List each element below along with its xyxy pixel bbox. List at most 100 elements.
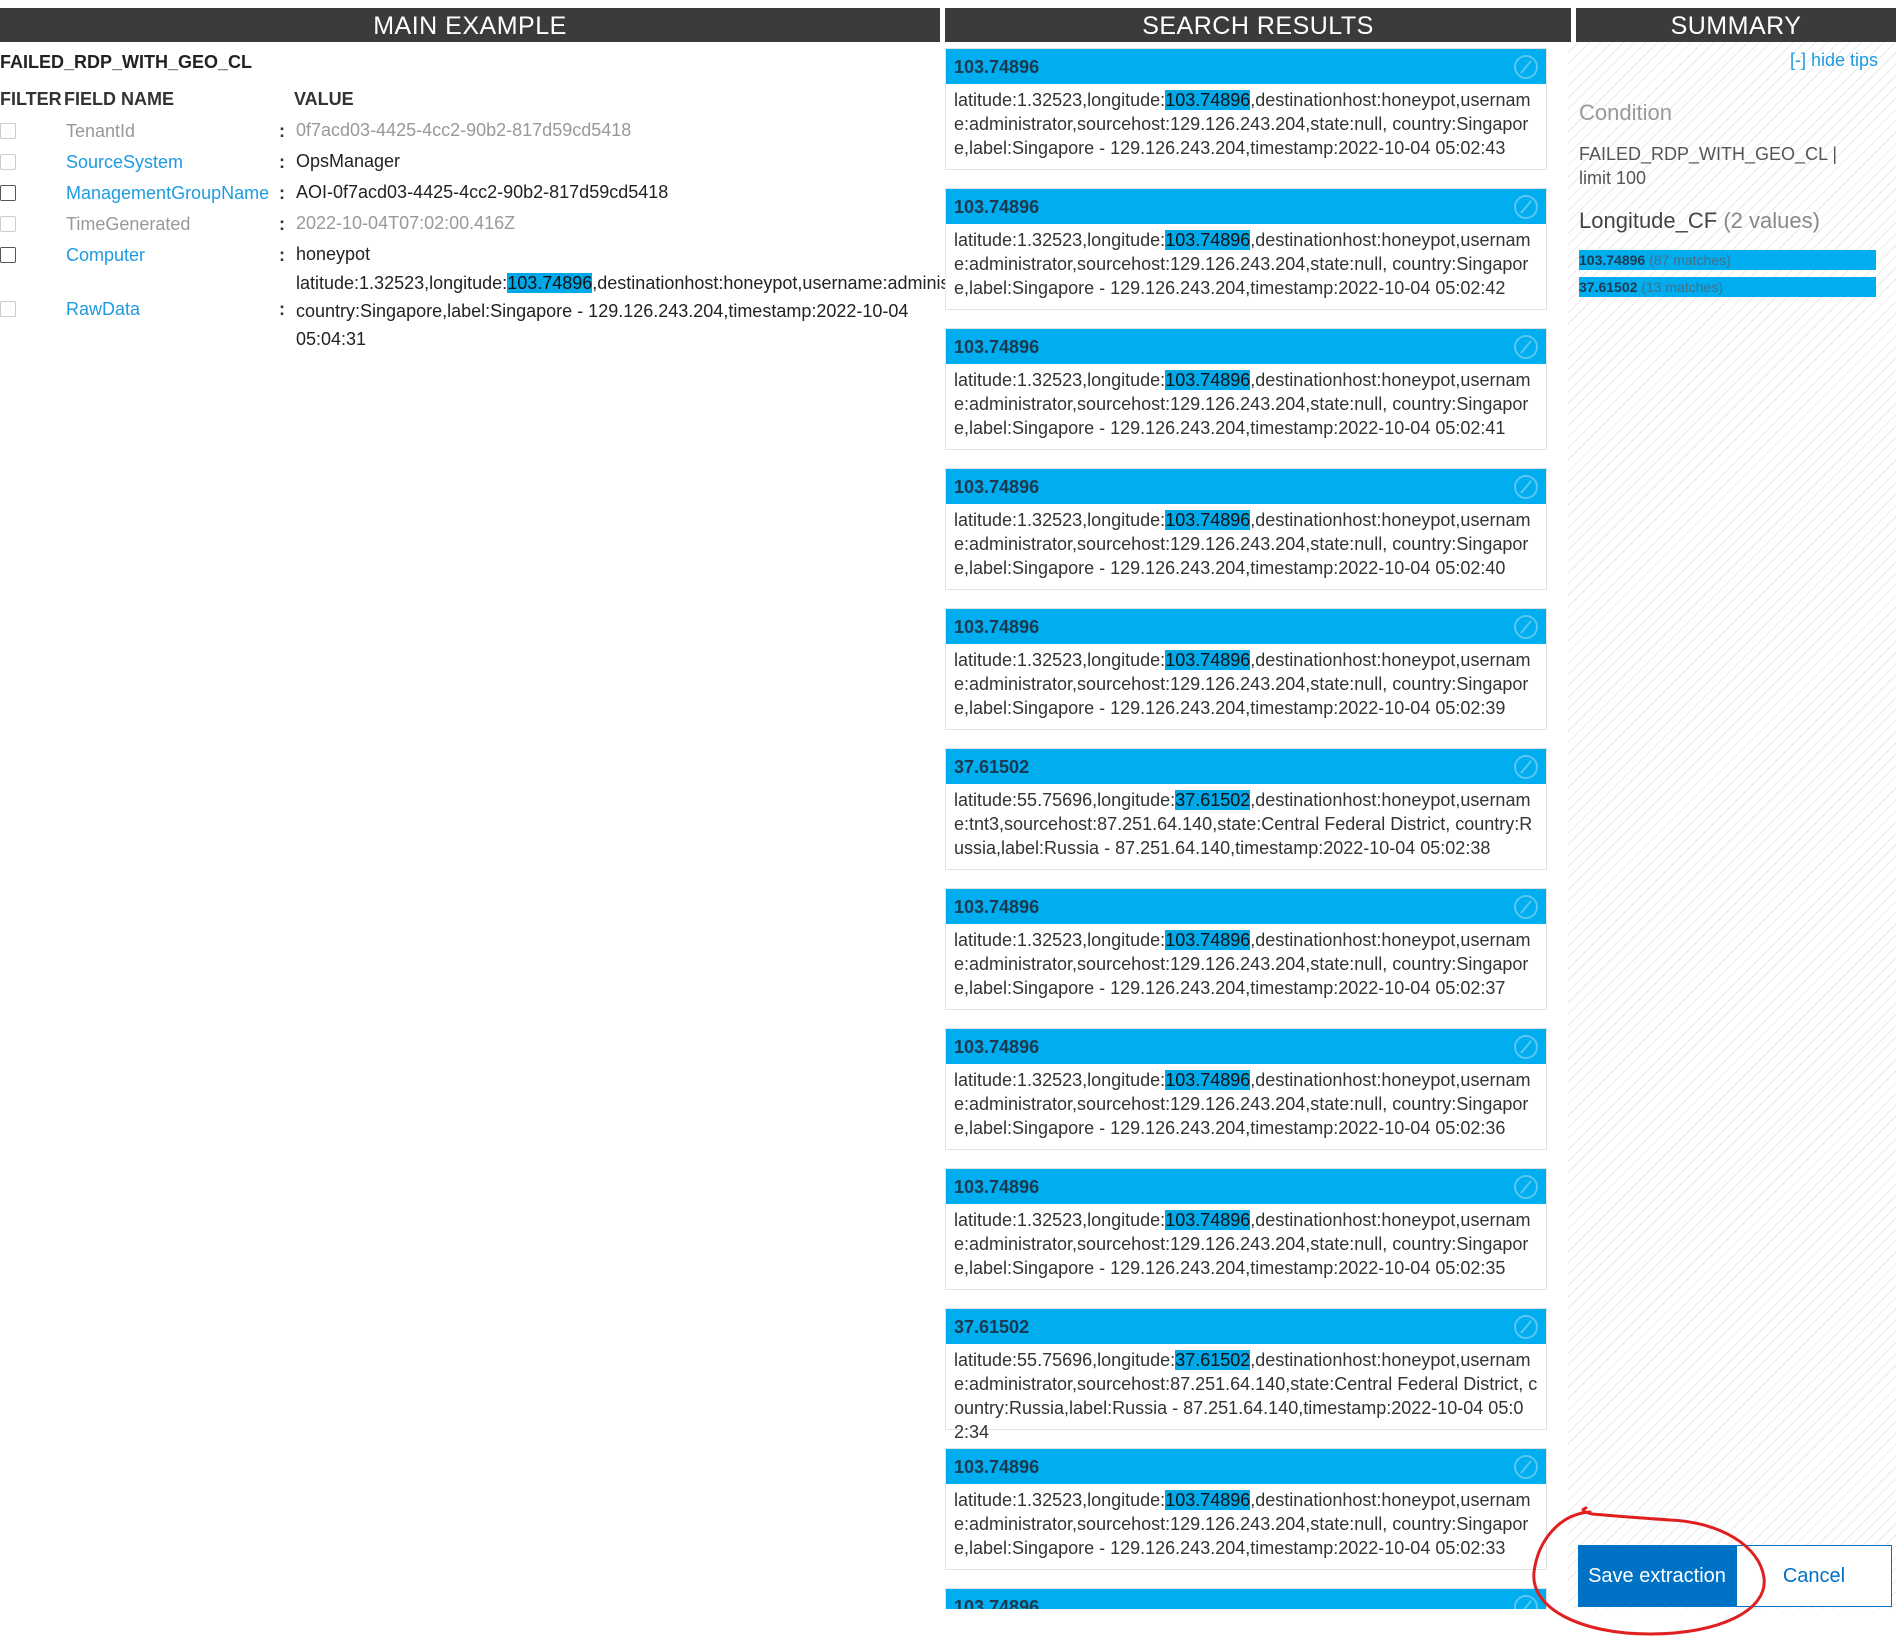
result-text-pre: latitude:1.32523,longitude:	[954, 370, 1166, 390]
table-title: FAILED_RDP_WITH_GEO_CL	[0, 52, 253, 72]
edit-icon[interactable]	[1514, 615, 1538, 639]
field-name[interactable]: TenantId	[66, 121, 135, 142]
save-extraction-button[interactable]: Save extraction	[1578, 1545, 1736, 1607]
highlighted-match[interactable]: 103.74896	[1165, 1210, 1251, 1230]
result-text: latitude:1.32523,longitude:103.74896,des…	[946, 224, 1546, 300]
edit-icon[interactable]	[1514, 335, 1538, 359]
result-card: 103.74896 latitude:1.32523,longitude:103…	[945, 608, 1547, 730]
result-text-pre: latitude:1.32523,longitude:	[954, 1070, 1166, 1090]
highlighted-match[interactable]: 103.74896	[1165, 370, 1251, 390]
field-name[interactable]: ManagementGroupName	[66, 183, 269, 204]
result-card: 37.61502 latitude:55.75696,longitude:37.…	[945, 748, 1547, 870]
result-title: 103.74896	[954, 1037, 1040, 1057]
separator: :	[279, 183, 285, 203]
summary-header: SUMMARY	[1576, 8, 1896, 42]
raw-data-value: latitude:1.32523,longitude:103.74896,des…	[296, 269, 1306, 353]
field-name-column-header: FIELD NAME	[64, 89, 174, 109]
edit-icon[interactable]	[1514, 1035, 1538, 1059]
highlighted-match[interactable]: 103.74896	[1165, 90, 1251, 110]
filter-checkbox[interactable]	[0, 247, 16, 263]
edit-icon[interactable]	[1514, 1315, 1538, 1339]
field-name[interactable]: TimeGenerated	[66, 214, 190, 235]
result-card-header: 103.74896	[946, 189, 1546, 224]
match-count: (13 matches)	[1641, 279, 1723, 295]
filter-column-header: FILTER	[0, 89, 62, 109]
edit-icon[interactable]	[1514, 475, 1538, 499]
highlighted-match[interactable]: 103.74896	[507, 273, 593, 293]
edit-icon[interactable]	[1514, 1175, 1538, 1199]
result-text-pre: latitude:1.32523,longitude:	[954, 510, 1166, 530]
summary-panel: [-] hide tips Condition FAILED_RDP_WITH_…	[1568, 42, 1896, 1609]
highlighted-match[interactable]: 103.74896	[1165, 1070, 1251, 1090]
result-card: 103.74896 latitude:1.32523,longitude:103…	[945, 1168, 1547, 1290]
value-count: (2 values)	[1723, 208, 1820, 233]
result-text-pre: latitude:55.75696,longitude:	[954, 790, 1176, 810]
field-name[interactable]: Computer	[66, 245, 145, 266]
match-count: (87 matches)	[1649, 252, 1731, 268]
raw-data-text: latitude:1.32523,longitude:	[296, 273, 508, 293]
result-card-header: 103.74896	[946, 609, 1546, 644]
result-text: latitude:1.32523,longitude:103.74896,des…	[946, 504, 1546, 580]
value-column-header: VALUE	[294, 89, 354, 109]
highlighted-match[interactable]: 103.74896	[1165, 230, 1251, 250]
value-row[interactable]: 37.61502 (13 matches)	[1579, 277, 1876, 297]
result-title: 37.61502	[954, 1317, 1030, 1337]
result-card: 37.61502 latitude:55.75696,longitude:37.…	[945, 1308, 1547, 1442]
result-title: 103.74896	[954, 897, 1040, 917]
value: 103.74896	[1579, 252, 1646, 268]
result-text-pre: latitude:1.32523,longitude:	[954, 1490, 1166, 1510]
result-text: latitude:1.32523,longitude:103.74896,des…	[946, 924, 1546, 1000]
edit-icon[interactable]	[1514, 1455, 1538, 1479]
result-card: 103.74896 latitude:1.32523,longitude:103…	[945, 188, 1547, 310]
edit-icon[interactable]	[1514, 895, 1538, 919]
highlighted-match[interactable]: 37.61502	[1175, 790, 1251, 810]
filter-checkbox[interactable]	[0, 301, 16, 317]
extracted-field-title: Longitude_CF (2 values)	[1579, 208, 1820, 234]
result-title: 103.74896	[954, 1457, 1040, 1477]
edit-icon[interactable]	[1514, 195, 1538, 219]
highlighted-match[interactable]: 37.61502	[1175, 1350, 1251, 1370]
highlighted-match[interactable]: 103.74896	[1165, 510, 1251, 530]
search-results-panel: 103.74896 latitude:1.32523,longitude:103…	[945, 42, 1547, 1609]
filter-checkbox[interactable]	[0, 123, 16, 139]
field-value: 2022-10-04T07:02:00.416Z	[296, 213, 516, 233]
field-value: AOI-0f7acd03-4425-4cc2-90b2-817d59cd5418	[296, 182, 669, 202]
result-card-header: 37.61502	[946, 1309, 1546, 1344]
result-card: 103.74896 latitude:1.32523,longitude:103…	[945, 888, 1547, 1010]
edit-icon[interactable]	[1514, 1595, 1538, 1609]
filter-checkbox[interactable]	[0, 154, 16, 170]
result-card-header: 103.74896	[946, 49, 1546, 84]
highlighted-match[interactable]: 103.74896	[1165, 930, 1251, 950]
result-text: latitude:1.32523,longitude:103.74896,des…	[946, 1064, 1546, 1140]
result-card-header: 37.61502	[946, 749, 1546, 784]
result-text: latitude:55.75696,longitude:37.61502,des…	[946, 784, 1546, 860]
edit-icon[interactable]	[1514, 755, 1538, 779]
edit-icon[interactable]	[1514, 55, 1538, 79]
result-title: 37.61502	[954, 757, 1030, 777]
result-card: 103.74896 latitude:1.32523,longitude:103…	[945, 48, 1547, 170]
result-card-header: 103.74896	[946, 329, 1546, 364]
result-card: 103.74896 latitude:1.32523,longitude:103…	[945, 1448, 1547, 1570]
condition-label: Condition	[1579, 100, 1672, 125]
result-card: 103.74896	[945, 1588, 1547, 1609]
value-row[interactable]: 103.74896 (87 matches)	[1579, 250, 1876, 270]
result-text: latitude:1.32523,longitude:103.74896,des…	[946, 364, 1546, 440]
result-card: 103.74896 latitude:1.32523,longitude:103…	[945, 468, 1547, 590]
highlighted-match[interactable]: 103.74896	[1165, 1490, 1251, 1510]
hide-tips-link[interactable]: [-] hide tips	[1790, 50, 1878, 71]
field-name[interactable]: SourceSystem	[66, 152, 183, 173]
main-example-header: MAIN EXAMPLE	[0, 8, 940, 42]
highlighted-match[interactable]: 103.74896	[1165, 650, 1251, 670]
result-text-pre: latitude:1.32523,longitude:	[954, 930, 1166, 950]
filter-checkbox[interactable]	[0, 185, 16, 201]
result-card-header: 103.74896	[946, 1029, 1546, 1064]
field-name: Longitude_CF	[1579, 208, 1718, 233]
result-text: latitude:1.32523,longitude:103.74896,des…	[946, 1204, 1546, 1280]
result-card-header: 103.74896	[946, 889, 1546, 924]
cancel-button[interactable]: Cancel	[1736, 1545, 1892, 1607]
result-text-pre: latitude:1.32523,longitude:	[954, 90, 1166, 110]
separator: :	[279, 245, 285, 265]
filter-checkbox[interactable]	[0, 216, 16, 232]
field-name[interactable]: RawData	[66, 299, 140, 320]
result-card-header: 103.74896	[946, 1449, 1546, 1484]
